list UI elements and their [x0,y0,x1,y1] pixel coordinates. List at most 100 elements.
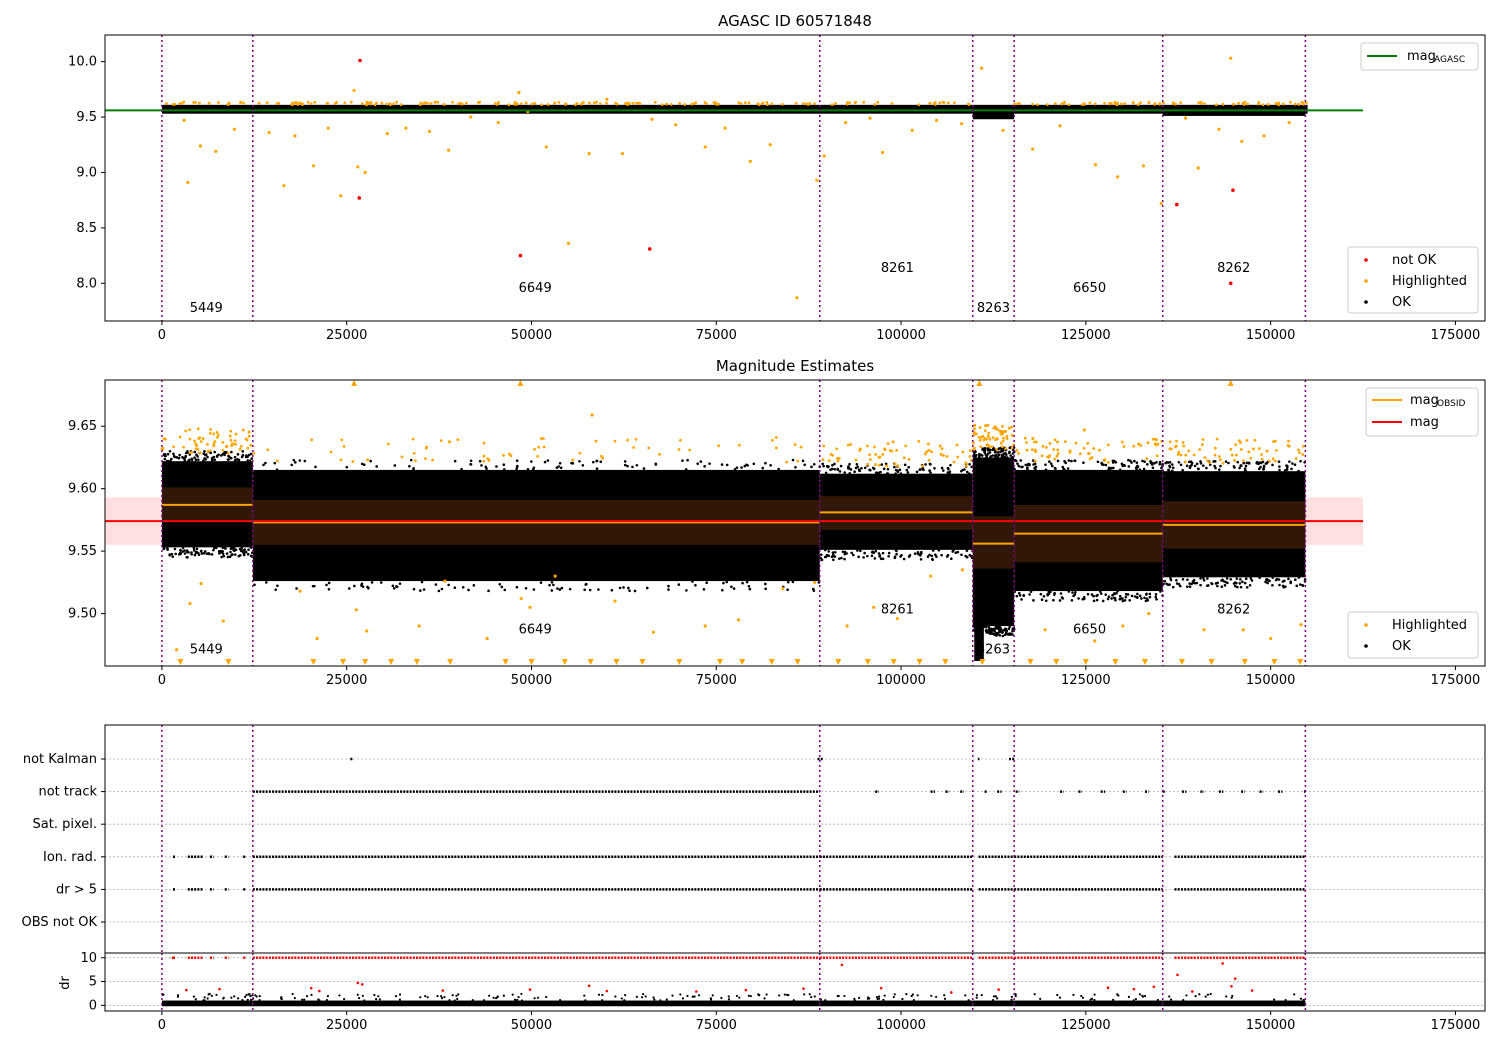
ok-point [1028,463,1031,467]
ok-point [467,588,470,592]
flag-row-label: dr > 5 [56,882,97,897]
ok-point [863,466,867,470]
highlighted-point [530,102,534,106]
highlighted-point [1017,102,1021,106]
ok-point [857,555,860,559]
ok-point [979,453,982,456]
ok-point [1238,466,1241,470]
highlighted-point [513,101,517,104]
highlighted-point [961,450,965,454]
ok-point [181,550,184,553]
ok-point [862,556,865,559]
ok-point [803,463,806,467]
ok-point [275,468,279,471]
highlighted-point [363,170,367,175]
highlighted-point [419,101,423,105]
dr-point [398,993,402,996]
highlighted-point [1214,103,1218,107]
highlighted-point [1082,428,1086,432]
highlighted-point [736,618,741,622]
highlighted-point [660,103,664,107]
dr-point [502,994,505,997]
panel0-x-tick-label: 75000 [696,328,737,343]
highlighted-point [978,439,982,442]
highlighted-point [990,445,994,449]
dr-point [691,995,694,998]
ok-point [1214,582,1218,585]
ok-point [860,466,863,470]
dr-point [709,998,713,1001]
dr-point [440,995,443,998]
ok-point [1077,597,1080,600]
ok-point [412,468,415,471]
dr-point [1039,997,1042,1000]
panel4-x-tick-label: 125000 [1061,1018,1111,1033]
ok-point [949,463,952,467]
highlighted-point [294,101,298,104]
ok-point [1294,578,1297,582]
highlighted-point [214,149,218,153]
highlighted-point [952,460,956,464]
highlighted-point [921,464,924,468]
ok-point [235,457,239,461]
ok-point [1278,465,1281,468]
highlighted-point [637,101,641,105]
ok-point [745,580,749,584]
highlighted-point [293,134,297,138]
ok-point [1249,577,1253,580]
ok-point [249,546,253,549]
ok-point [667,584,670,588]
ok-point [699,460,703,463]
dr-point [883,994,886,997]
highlighted-point [868,458,872,461]
ok-point [994,632,998,635]
ok-point [215,454,219,458]
highlighted-point [1198,448,1202,452]
ok-point [1301,583,1304,587]
highlighted-point [1153,442,1157,446]
ok-point [370,581,374,584]
highlighted-point [1245,438,1249,442]
ok-point [623,460,627,463]
ok-point [207,552,210,555]
dr-point [1058,996,1062,999]
highlighted-point [1147,611,1151,616]
ok-point [1133,595,1137,598]
ok-point [478,459,482,463]
dr-outlier-point [318,989,321,993]
highlighted-point [821,458,825,462]
highlighted-point [964,461,968,465]
ok-point [1074,590,1077,594]
panel1-x-tick-label: 75000 [696,673,737,688]
dr-point [837,994,840,998]
highlighted-point [605,101,608,105]
highlighted-point [1025,441,1028,444]
dr-point [1134,997,1138,1001]
highlighted-point [575,102,579,105]
dr-point [614,995,617,998]
highlighted-point [1272,440,1275,444]
ok-point [203,450,206,453]
ok-point [1145,463,1149,466]
ok-point [886,467,890,471]
dr-ok-band [1014,1000,1163,1007]
highlighted-point [329,450,333,454]
ok-point [225,552,229,555]
highlighted-point [392,102,395,106]
highlighted-point [1230,453,1234,457]
ok-point [246,459,250,462]
highlighted-point [429,102,433,106]
highlighted-point [533,102,536,105]
ok-point [940,553,943,557]
ok-point [896,470,900,474]
ok-point [748,587,752,591]
highlighted-point [519,596,523,601]
ok-point [206,455,209,459]
ok-point [221,546,224,550]
figure: 5449 6649 8261 8263 6650 8262 0 25000 50000 75000… [0,0,1500,1050]
ok-point [233,553,237,556]
ok-point [628,589,631,593]
ok-point [1143,596,1146,600]
highlighted-point [883,447,886,451]
panel1-x-tick-label: 25000 [326,673,367,688]
